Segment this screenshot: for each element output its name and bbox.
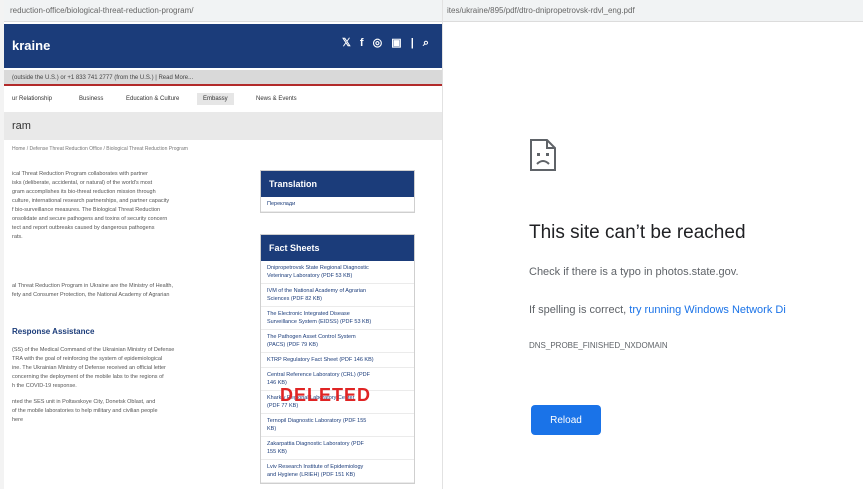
top-nav: ur Relationship Business Education & Cul… (4, 90, 442, 110)
error-suggestion-diagnostics: If spelling is correct, try running Wind… (529, 304, 786, 316)
screenshot-frame: reduction-office/biological-threat-reduc… (0, 0, 863, 489)
translation-link[interactable]: Переклади (261, 197, 414, 212)
translation-box: Translation Переклади (260, 170, 415, 213)
fact-sheet-link[interactable]: The Electronic Integrated Disease Survei… (261, 307, 414, 330)
fact-sheet-link[interactable]: Zakarpattia Diagnostic Laboratory (PDF 1… (261, 437, 414, 460)
phone-bar: (outside the U.S.) or +1 833 741 2777 (f… (4, 70, 442, 86)
translation-heading: Translation (261, 171, 414, 197)
reload-button[interactable]: Reload (531, 405, 601, 435)
fact-sheets-heading: Fact Sheets (261, 235, 414, 261)
breadcrumb[interactable]: Home / Defense Threat Reduction Office /… (12, 146, 188, 152)
left-url-bar[interactable]: reduction-office/biological-threat-reduc… (4, 0, 442, 22)
fact-sheet-link[interactable]: KTRP Regulatory Fact Sheet (PDF 146 KB) (261, 353, 414, 368)
social-icons[interactable]: 𝕏 f ◎ ▣ | ⌕ (342, 36, 432, 50)
partners-paragraph: al Threat Reduction Program in Ukraine a… (12, 283, 173, 298)
sad-page-icon (530, 139, 556, 171)
error-suggestion-typo: Check if there is a typo in photos.state… (529, 266, 739, 278)
embassy-page-panel: reduction-office/biological-threat-reduc… (4, 0, 443, 489)
phone-bar-text: (outside the U.S.) or +1 833 741 2777 (f… (12, 75, 194, 81)
response-heading: Response Assistance (12, 327, 95, 336)
right-url-bar[interactable]: ites/ukraine/895/pdf/dtro-dnipropetrovsk… (443, 0, 863, 22)
ses-paragraph: nted the SES unit in Poltavskoye City, D… (12, 399, 158, 423)
response-paragraph: (SS) of the Medical Command of the Ukrai… (12, 347, 175, 389)
right-url-text: ites/ukraine/895/pdf/dtro-dnipropetrovsk… (447, 6, 635, 15)
fact-sheet-link[interactable]: The Pathogen Asset Control System (PACS)… (261, 330, 414, 353)
error-title: This site can’t be reached (529, 222, 746, 243)
nav-item-news[interactable]: News & Events (256, 96, 297, 102)
left-url-text: reduction-office/biological-threat-reduc… (10, 6, 194, 15)
fact-sheet-link[interactable]: Lviv Research Institute of Epidemiology … (261, 460, 414, 483)
fact-sheet-link[interactable]: Ternopil Diagnostic Laboratory (PDF 155 … (261, 414, 414, 437)
nav-item-relationship[interactable]: ur Relationship (12, 96, 52, 102)
error-page-panel: ites/ukraine/895/pdf/dtro-dnipropetrovsk… (443, 0, 863, 489)
nav-item-embassy[interactable]: Embassy (197, 93, 234, 105)
page-title: ram (12, 120, 31, 132)
intro-paragraph: ical Threat Reduction Program collaborat… (12, 171, 170, 240)
error-code: DNS_PROBE_FINISHED_NXDOMAIN (529, 341, 668, 350)
title-band: ram (4, 112, 442, 140)
nav-item-education[interactable]: Education & Culture (126, 96, 179, 102)
network-diagnostics-link[interactable]: try running Windows Network Di (629, 304, 786, 316)
site-header: kraine 𝕏 f ◎ ▣ | ⌕ (4, 24, 442, 68)
deleted-overlay-label: DELETED (280, 385, 372, 405)
diagnostics-prefix: If spelling is correct, (529, 304, 630, 316)
fact-sheets-box: Fact Sheets Dnipropetrovsk State Regiona… (260, 234, 415, 484)
fact-sheet-link[interactable]: IVM of the National Academy of Agrarian … (261, 284, 414, 307)
fact-sheet-link[interactable]: Dnipropetrovsk State Regional Diagnostic… (261, 261, 414, 284)
nav-item-business[interactable]: Business (79, 96, 103, 102)
site-name[interactable]: kraine (12, 38, 50, 53)
